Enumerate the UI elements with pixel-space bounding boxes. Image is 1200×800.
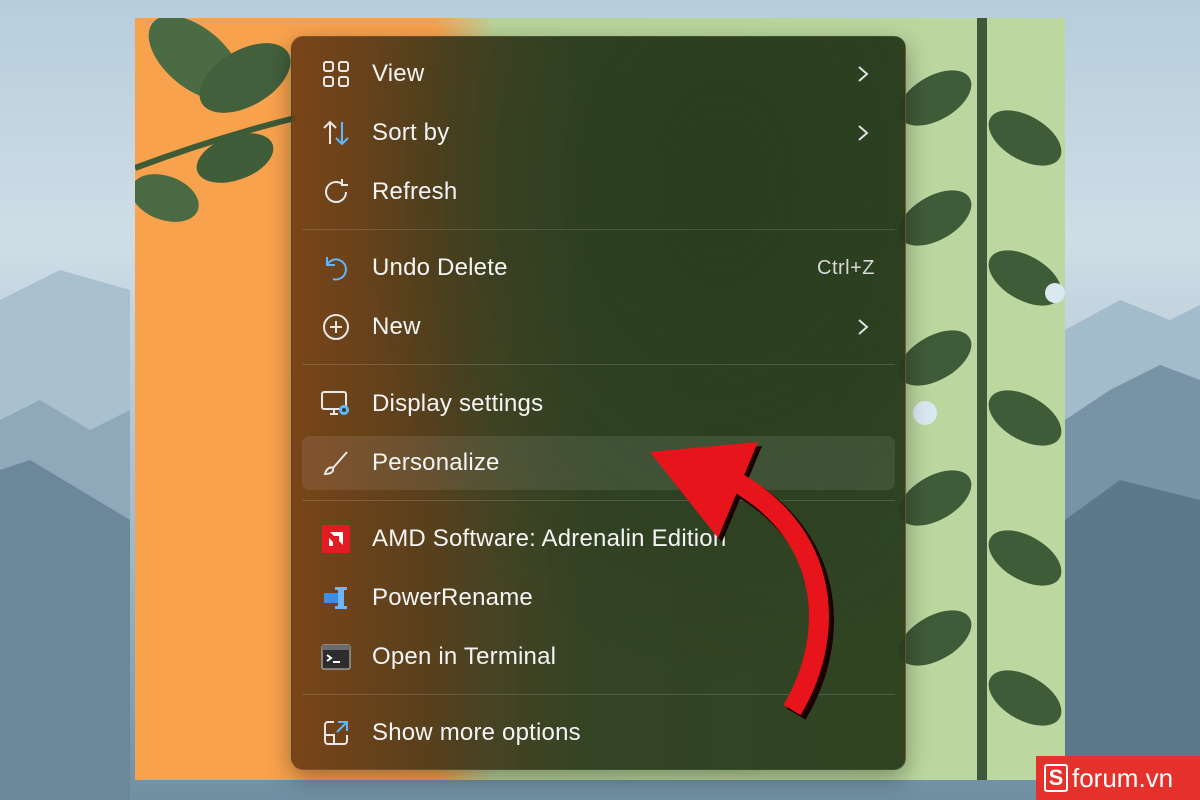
amd-logo-icon (320, 523, 352, 555)
sforum-watermark: S forum.vn (1036, 756, 1200, 800)
chevron-right-icon (858, 319, 869, 335)
menu-item-label: Show more options (372, 719, 581, 746)
menu-item-label: View (372, 60, 425, 87)
menu-item-label: Open in Terminal (372, 643, 557, 670)
menu-item-new[interactable]: New (302, 300, 895, 354)
menu-item-display-settings[interactable]: Display settings (302, 377, 895, 431)
chevron-right-icon (858, 66, 869, 82)
menu-item-label: Refresh (372, 178, 458, 205)
brush-icon (320, 447, 352, 479)
menu-item-label: PowerRename (372, 584, 533, 611)
show-more-options-icon (320, 717, 352, 749)
menu-item-sort-by[interactable]: Sort by (302, 106, 895, 160)
menu-item-undo-delete[interactable]: Undo Delete Ctrl+Z (302, 241, 895, 295)
sforum-logo-icon: S (1044, 764, 1068, 792)
keyboard-shortcut: Ctrl+Z (817, 256, 875, 279)
chevron-right-icon (858, 125, 869, 141)
menu-separator (302, 364, 895, 365)
menu-item-label: Personalize (372, 449, 500, 476)
menu-separator (302, 229, 895, 230)
grid-view-icon (320, 58, 352, 90)
menu-item-refresh[interactable]: Refresh (302, 165, 895, 219)
watermark-text: forum.vn (1072, 762, 1174, 793)
menu-item-label: Undo Delete (372, 254, 508, 281)
refresh-icon (320, 176, 352, 208)
undo-icon (320, 252, 352, 284)
menu-item-view[interactable]: View (302, 47, 895, 101)
menu-item-label: Sort by (372, 119, 450, 146)
display-settings-icon (320, 388, 352, 420)
sort-arrows-icon (320, 117, 352, 149)
plus-circle-icon (320, 311, 352, 343)
red-arrow-annotation (650, 442, 834, 720)
powerrename-icon (320, 582, 352, 614)
terminal-icon (320, 641, 352, 673)
menu-item-label: New (372, 313, 421, 340)
menu-item-label: Display settings (372, 390, 544, 417)
